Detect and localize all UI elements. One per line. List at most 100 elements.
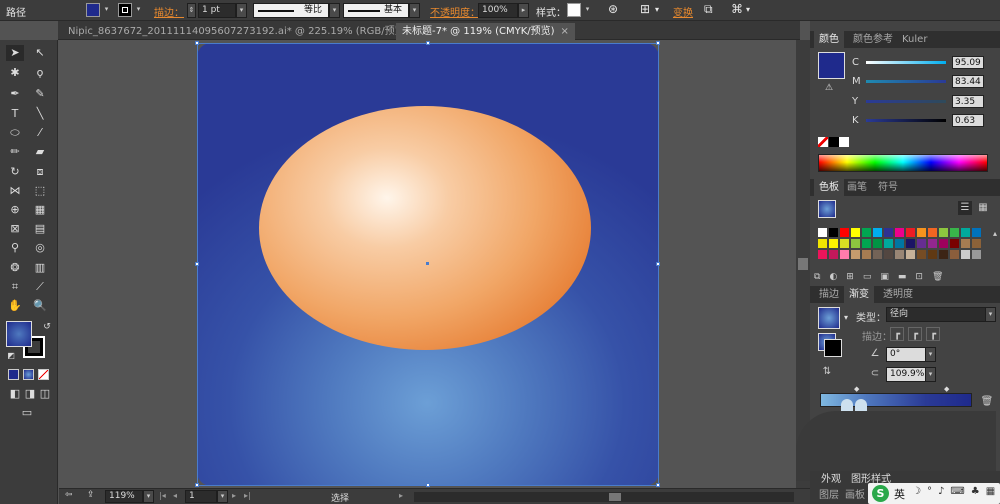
color-mode-icon[interactable]	[8, 369, 19, 380]
color-fill-swatch[interactable]	[818, 52, 845, 79]
stroke-dropdown-icon[interactable]: ▾	[133, 3, 144, 18]
swatch[interactable]	[894, 238, 905, 249]
tab-color-guide[interactable]: 颜色参考	[848, 31, 898, 48]
sogou-ime-icon[interactable]: S	[872, 485, 889, 502]
direct-selection-tool-icon[interactable]: ↖	[31, 45, 49, 61]
tab-color[interactable]: 颜色	[814, 31, 844, 48]
resize-handle[interactable]	[656, 41, 660, 45]
draw-inside-icon[interactable]: ◫	[36, 386, 54, 402]
ime-language-label[interactable]: 英	[894, 486, 905, 502]
midpoint-diamond-icon[interactable]: ◆	[944, 385, 949, 393]
swatch[interactable]	[916, 238, 927, 249]
isolate-icon[interactable]: ⧉	[704, 2, 713, 17]
stroke-weight-input[interactable]: 1 pt	[198, 3, 236, 18]
swatch-options-icon[interactable]: ⊞	[846, 272, 863, 282]
folder-icon[interactable]: ▬	[898, 272, 916, 282]
black-swatch[interactable]	[829, 137, 839, 147]
lasso-tool-icon[interactable]: ϙ	[31, 65, 49, 81]
artboard-number-input[interactable]: 1	[185, 490, 217, 503]
swatch[interactable]	[850, 238, 861, 249]
zoom-tool-icon[interactable]: 🔍	[31, 298, 49, 314]
swatch[interactable]	[927, 227, 938, 238]
swatch[interactable]	[927, 249, 938, 260]
hand-tool-icon[interactable]: ✋	[6, 298, 24, 314]
aspect-ratio-dropdown-icon[interactable]: ▾	[925, 367, 936, 382]
blend-tool-icon[interactable]: ◎	[31, 240, 49, 256]
swatch[interactable]	[949, 249, 960, 260]
swatch[interactable]	[872, 238, 883, 249]
scale-tool-icon[interactable]: ⧈	[31, 164, 49, 180]
swatch[interactable]	[839, 227, 850, 238]
swatch[interactable]	[971, 238, 982, 249]
horizontal-scrollbar[interactable]	[414, 492, 794, 502]
resize-handle[interactable]	[195, 483, 199, 487]
next-artboard-icon[interactable]: ▸	[232, 491, 236, 500]
swatch-kind-icon[interactable]: ◐	[829, 272, 846, 282]
eraser-tool-icon[interactable]: ▰	[31, 144, 49, 160]
zoom-level-input[interactable]: 119%	[105, 490, 143, 503]
library-menu-icon[interactable]: ⧉	[814, 272, 829, 282]
tab-gradient[interactable]: 渐变	[844, 286, 874, 303]
new-group-icon[interactable]: ▭	[863, 272, 881, 282]
first-artboard-icon[interactable]: |◂	[159, 491, 166, 500]
tab-symbols[interactable]: 符号	[873, 179, 903, 196]
resize-handle[interactable]	[195, 262, 199, 266]
skin-icon[interactable]: ♣	[971, 486, 986, 497]
perspective-grid-tool-icon[interactable]: ▦	[31, 202, 49, 218]
keyboard-icon[interactable]: ⌨	[950, 486, 970, 497]
gradient-mode-icon[interactable]	[23, 369, 34, 380]
style-dropdown-icon[interactable]: ▾	[582, 3, 593, 18]
zoom-dropdown-icon[interactable]: ▾	[143, 490, 154, 503]
swatch[interactable]	[894, 227, 905, 238]
screen-mode-icon[interactable]: ▭	[18, 405, 36, 421]
swatch[interactable]	[817, 238, 828, 249]
swatch[interactable]	[850, 227, 861, 238]
none-swatch[interactable]	[818, 137, 828, 147]
yellow-slider[interactable]: Y 3.35	[852, 95, 984, 108]
default-colors-icon[interactable]: ◩	[2, 348, 20, 364]
scrollbar-thumb[interactable]	[798, 258, 808, 270]
black-slider[interactable]: K 0.63	[852, 114, 984, 127]
swatch[interactable]	[905, 249, 916, 260]
swatch[interactable]	[839, 249, 850, 260]
close-icon[interactable]: ×	[561, 26, 569, 37]
swatch[interactable]	[872, 227, 883, 238]
swatch[interactable]	[828, 238, 839, 249]
stroke-weight-stepper-icon[interactable]: ⇕	[187, 3, 196, 18]
color-spectrum[interactable]	[818, 154, 988, 172]
width-tool-icon[interactable]: ⋈	[6, 183, 24, 199]
last-artboard-icon[interactable]: ▸|	[244, 491, 251, 500]
cyan-slider[interactable]: C 95.09	[852, 56, 984, 69]
stroke-label[interactable]: 描边：	[154, 4, 184, 19]
egg-ellipse[interactable]	[259, 106, 591, 350]
swatch[interactable]	[938, 227, 949, 238]
artboard-tool-icon[interactable]: ⌗	[6, 279, 24, 295]
stroke-weight-dropdown-icon[interactable]: ▾	[236, 3, 247, 18]
paintbrush-tool-icon[interactable]: ⁄	[31, 125, 49, 141]
toolbox-icon[interactable]: ▦	[986, 486, 1000, 497]
swatch[interactable]	[960, 227, 971, 238]
fill-color-swatch[interactable]	[6, 321, 32, 347]
tab-brushes[interactable]: 画笔	[842, 179, 872, 196]
swatch-preview[interactable]	[818, 200, 836, 218]
swatch[interactable]	[927, 238, 938, 249]
profile-dropdown-icon[interactable]: ▾	[329, 3, 340, 18]
swatch[interactable]	[960, 249, 971, 260]
gradient-stroke-indicator[interactable]	[824, 339, 842, 357]
swatch[interactable]	[817, 227, 828, 238]
gradient-stop[interactable]	[841, 399, 853, 411]
thumbnail-view-icon[interactable]: ▦	[976, 201, 990, 215]
status-menu-icon[interactable]: ▸	[399, 491, 403, 500]
swatch[interactable]	[883, 238, 894, 249]
tab-untitled-7[interactable]: 未标题-7* @ 119% (CMYK/预览) ×	[396, 23, 575, 40]
swatch[interactable]	[938, 249, 949, 260]
tab-artboards[interactable]: 画板	[840, 487, 870, 504]
brush-dropdown-icon[interactable]: ▾	[409, 3, 420, 18]
stroke-along-icon[interactable]: ┏	[908, 327, 922, 341]
tab-transparency[interactable]: 透明度	[878, 286, 918, 303]
gradient-type-dropdown-icon[interactable]: ▾	[985, 307, 996, 322]
stroke-swatch[interactable]	[118, 3, 132, 17]
pen-status-icon[interactable]: ⇦	[65, 490, 73, 500]
swatch[interactable]	[971, 227, 982, 238]
add-swatch-icon[interactable]: ⊡	[915, 272, 932, 282]
